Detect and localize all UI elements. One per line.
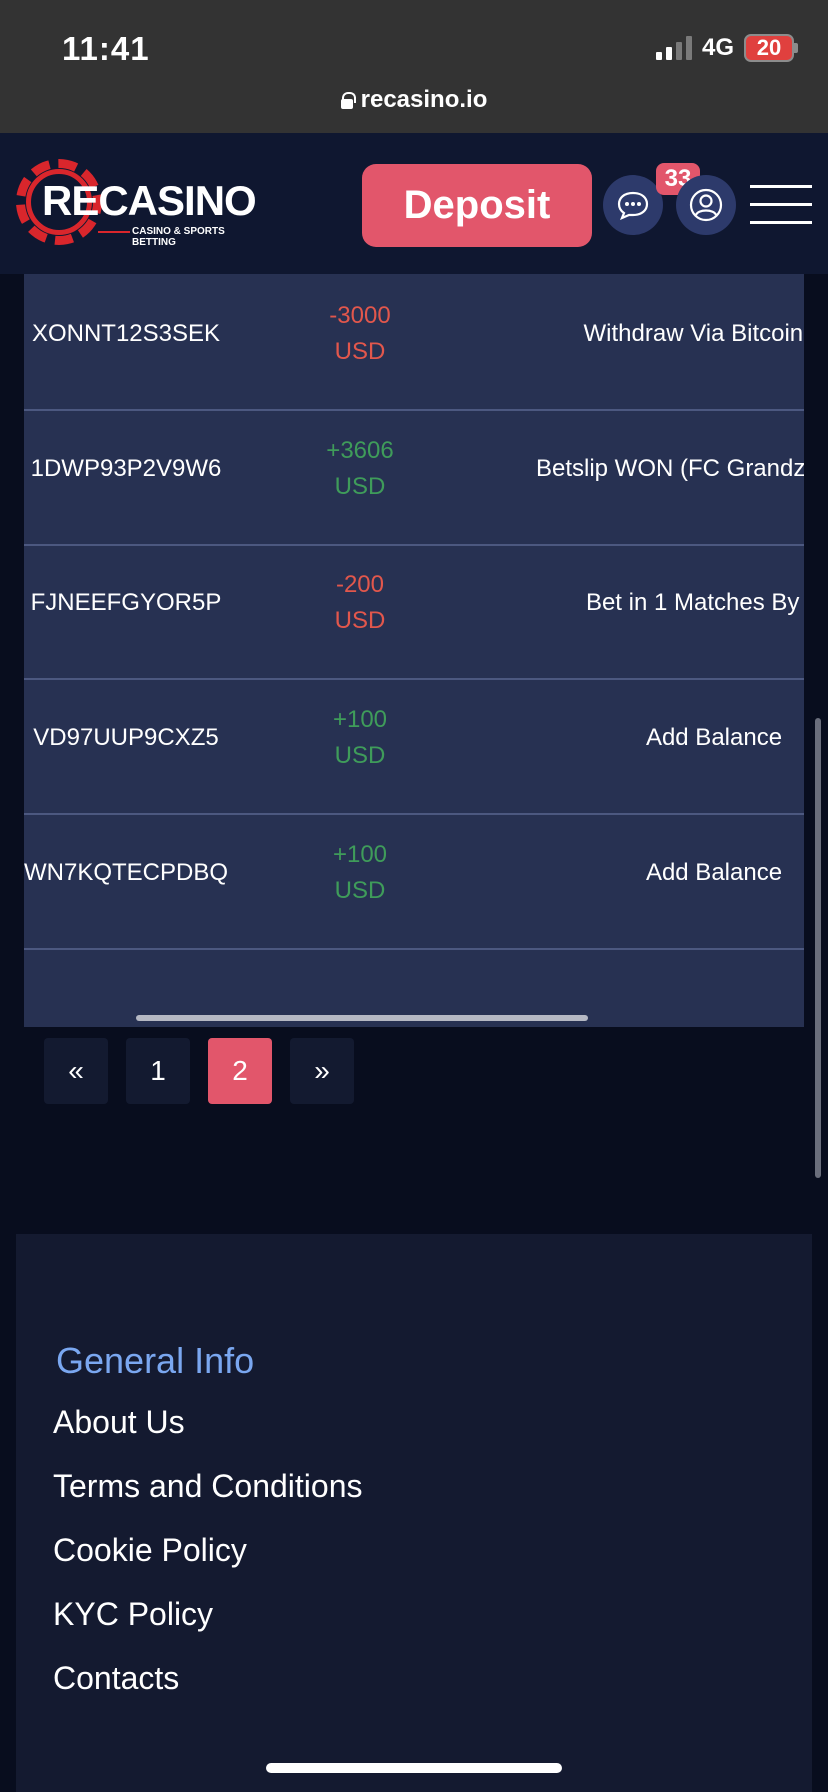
transaction-amount: +100 USD — [300, 661, 420, 815]
browser-chrome: 11:41 4G 20 recasino.io — [0, 0, 828, 133]
footer-link-cookie-policy[interactable]: Cookie Policy — [53, 1530, 362, 1594]
status-time: 11:41 — [62, 30, 150, 67]
transaction-description: Betslip WON (FC Grandzas WIN) — [535, 455, 804, 482]
amount-value: -200 — [335, 571, 385, 598]
footer-link-contacts[interactable]: Contacts — [53, 1658, 362, 1722]
transaction-description: Add Balance — [645, 859, 783, 886]
user-icon — [689, 188, 723, 222]
amount-value: -3000 — [329, 302, 391, 329]
transaction-description: Withdraw Via Bitcoin Tra — [583, 320, 805, 347]
pagination: « 1 2 » — [44, 1038, 354, 1104]
transaction-id: VD97UUP9CXZ5 — [33, 724, 219, 751]
amount-value: +3606 — [326, 437, 394, 464]
network-type: 4G — [701, 34, 734, 61]
transaction-id: 1DWP93P2V9W6 — [30, 455, 222, 482]
amount-currency: USD — [334, 607, 386, 634]
hamburger-menu-icon[interactable] — [750, 183, 812, 227]
transactions-table[interactable]: WN7KQTECPDBQ +100 USD Add Balance VD97UUP9CX… — [24, 274, 804, 1027]
footer: General Info About Us Terms and Conditio… — [16, 1234, 812, 1792]
page-2-button[interactable]: 2 — [208, 1038, 272, 1104]
chat-button[interactable] — [603, 175, 663, 235]
amount-currency: USD — [334, 338, 386, 365]
url-domain: recasino.io — [360, 86, 488, 113]
page-prev-button[interactable]: « — [44, 1038, 108, 1104]
lock-icon — [340, 92, 356, 109]
footer-link-kyc-policy[interactable]: KYC Policy — [53, 1594, 362, 1658]
transaction-description: Bet in 1 Matches By Bet — [585, 589, 804, 616]
transaction-amount: -3000 USD — [300, 274, 420, 411]
transaction-id: FJNEEFGYOR5P — [30, 589, 222, 616]
amount-currency: USD — [334, 473, 386, 500]
table-row[interactable]: FJNEEFGYOR5P -200 USD Bet in 1 Matches By B… — [24, 526, 804, 680]
status-indicators: 4G 20 — [655, 34, 798, 62]
amount-value: +100 — [332, 841, 388, 868]
logo-subtitle: CASINO & SPORTS BETTING — [132, 226, 225, 248]
url-bar[interactable]: recasino.io — [0, 86, 828, 114]
transaction-id: WN7KQTECPDBQ — [24, 859, 229, 886]
horizontal-scrollbar[interactable] — [136, 1015, 588, 1021]
home-indicator[interactable] — [266, 1763, 562, 1773]
site-header: RECASINO CASINO & SPORTS BETTING Deposit… — [0, 133, 828, 274]
deposit-button[interactable]: Deposit — [362, 164, 592, 247]
page-1-button[interactable]: 1 — [126, 1038, 190, 1104]
transaction-amount: +100 USD — [300, 796, 420, 950]
logo-text: RECASINO — [42, 177, 257, 224]
battery-icon: 20 — [744, 34, 798, 62]
table-row[interactable]: XONNT12S3SEK -3000 USD Withdraw Via Bitcoin… — [24, 274, 804, 411]
footer-links: About Us Terms and Conditions Cookie Pol… — [53, 1402, 362, 1722]
amount-currency: USD — [334, 742, 386, 769]
vertical-scrollbar[interactable] — [815, 718, 821, 1178]
footer-link-terms[interactable]: Terms and Conditions — [53, 1466, 362, 1530]
account-button[interactable] — [676, 175, 736, 235]
transaction-amount: +3606 USD — [300, 392, 420, 546]
table-row[interactable]: VD97UUP9CXZ5 +100 USD Add Balance — [24, 661, 804, 815]
amount-currency: USD — [334, 877, 386, 904]
transaction-description: Add Balance — [645, 724, 783, 751]
footer-title: General Info — [56, 1340, 255, 1381]
footer-link-about-us[interactable]: About Us — [53, 1402, 362, 1466]
site-logo[interactable]: RECASINO CASINO & SPORTS BETTING — [16, 159, 257, 251]
signal-icon — [655, 36, 692, 60]
amount-value: +100 — [332, 706, 388, 733]
table-row[interactable]: 1DWP93P2V9W6 +3606 USD Betslip WON (FC Gran… — [24, 392, 804, 546]
page-next-button[interactable]: » — [290, 1038, 354, 1104]
transaction-amount: -200 USD — [300, 526, 420, 680]
battery-level: 20 — [744, 34, 794, 62]
transaction-id: XONNT12S3SEK — [31, 320, 221, 347]
chat-icon — [617, 191, 649, 220]
table-row[interactable]: WN7KQTECPDBQ +100 USD Add Balance — [24, 796, 804, 950]
